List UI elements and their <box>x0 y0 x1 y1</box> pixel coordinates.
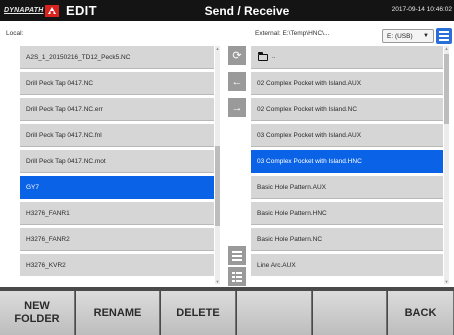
screen-title-text: Send / Receive <box>204 4 290 18</box>
file-name: 02 Complex Pocket with Island.NC <box>257 105 358 113</box>
external-file-row[interactable]: Line Arc.AUX <box>251 254 443 276</box>
scroll-up-icon[interactable]: ▲ <box>215 46 220 51</box>
file-name: 02 Complex Pocket with Island.AUX <box>257 79 362 87</box>
local-file-row[interactable]: A2S_1_20150216_TD12_Peck5.NC <box>20 46 214 69</box>
refresh-button[interactable]: ⟳ <box>228 46 246 65</box>
list-view-icon <box>439 31 449 33</box>
screen-title: Send / Receive <box>0 4 454 18</box>
list-view-icon-line <box>439 39 449 41</box>
arrow-right-icon: → <box>231 101 243 114</box>
list-view-button[interactable] <box>436 28 452 44</box>
back-label: BACK <box>404 306 437 319</box>
file-name: Basic Hole Pattern.HNC <box>257 209 327 217</box>
new-folder-label: NEW FOLDER <box>14 300 60 325</box>
parent-folder-label: .. <box>272 54 276 60</box>
delete-label: DELETE <box>176 306 220 319</box>
delete-button[interactable]: DELETE <box>161 291 236 335</box>
local-file-row[interactable]: H3276_FANR1 <box>20 202 214 225</box>
list-view-icon-line <box>439 35 449 37</box>
copy-to-external-button[interactable]: → <box>228 98 246 117</box>
title-bar: DYNAPATH EDIT Send / Receive 2017-09-14 … <box>0 0 454 21</box>
external-file-row[interactable]: 02 Complex Pocket with Island.NC <box>251 98 443 121</box>
external-file-row[interactable]: 03 Complex Pocket with Island.HNC <box>251 150 443 173</box>
refresh-icon: ⟳ <box>232 50 242 62</box>
select-all-icon <box>232 251 242 261</box>
file-name: Drill Peck Tap 0417.NC.mot <box>26 157 106 165</box>
local-file-row[interactable]: Drill Peck Tap 0417.NC <box>20 72 214 95</box>
external-file-row[interactable]: Basic Hole Pattern.AUX <box>251 176 443 199</box>
file-name: H3276_FANR2 <box>26 235 70 243</box>
folder-icon <box>257 51 268 61</box>
new-folder-button[interactable]: NEW FOLDER <box>0 291 75 335</box>
file-name: Line Arc.AUX <box>257 261 296 269</box>
drive-select-value: E: (USB) <box>387 32 413 40</box>
local-file-row[interactable]: Drill Peck Tap 0417.NC.mot <box>20 150 214 173</box>
copy-to-local-button[interactable]: ← <box>228 72 246 91</box>
file-name: Drill Peck Tap 0417.NC.err <box>26 105 103 113</box>
rename-button[interactable]: RENAME <box>76 291 160 335</box>
external-file-row[interactable]: 02 Complex Pocket with Island.AUX <box>251 72 443 95</box>
rename-label: RENAME <box>93 306 142 319</box>
external-scrollbar[interactable]: ▲ ▼ <box>444 46 449 284</box>
chevron-down-icon: ▼ <box>423 33 429 39</box>
sort-button[interactable] <box>228 267 246 286</box>
local-file-list[interactable]: A2S_1_20150216_TD12_Peck5.NC Drill Peck T… <box>20 46 214 276</box>
file-name: 03 Complex Pocket with Island.HNC <box>257 157 362 165</box>
local-scroll-thumb[interactable] <box>215 146 220 226</box>
drive-select[interactable]: E: (USB) ▼ <box>382 29 434 43</box>
file-name: H3276_KVR2 <box>26 261 66 269</box>
back-button[interactable]: BACK <box>388 291 454 335</box>
sort-icon <box>232 272 242 282</box>
local-file-row[interactable]: H3276_FANR2 <box>20 228 214 251</box>
local-file-row[interactable]: H3276_KVR2 <box>20 254 214 276</box>
file-name: GY7 <box>26 183 40 191</box>
file-name: Drill Peck Tap 0417.NC <box>26 79 94 87</box>
scroll-down-icon[interactable]: ▼ <box>444 279 449 284</box>
file-name: Basic Hole Pattern.NC <box>257 235 323 243</box>
soft-key-empty-1[interactable] <box>237 291 312 335</box>
external-file-row[interactable]: Basic Hole Pattern.HNC <box>251 202 443 225</box>
file-name: A2S_1_20150216_TD12_Peck5.NC <box>26 53 131 61</box>
local-path-label: Local: <box>6 30 24 37</box>
local-file-row[interactable]: Drill Peck Tap 0417.NC.fnl <box>20 124 214 147</box>
scroll-down-icon[interactable]: ▼ <box>215 279 220 284</box>
soft-key-empty-2[interactable] <box>313 291 387 335</box>
external-scroll-thumb[interactable] <box>444 54 449 124</box>
external-file-row[interactable]: Basic Hole Pattern.NC <box>251 228 443 251</box>
external-path-label: External: E:\Temp\HNC\... <box>255 30 330 37</box>
file-name: H3276_FANR1 <box>26 209 70 217</box>
file-name: Drill Peck Tap 0417.NC.fnl <box>26 131 102 139</box>
file-name: Basic Hole Pattern.AUX <box>257 183 327 191</box>
local-file-row[interactable]: GY7 <box>20 176 214 199</box>
arrow-left-icon: ← <box>231 75 243 88</box>
soft-key-bar: NEW FOLDER RENAME DELETE BACK <box>0 287 454 335</box>
parent-folder-row[interactable]: .. <box>251 46 443 69</box>
select-all-button[interactable] <box>228 246 246 265</box>
local-scrollbar[interactable]: ▲ ▼ <box>215 46 220 284</box>
file-name: 03 Complex Pocket with Island.AUX <box>257 131 362 139</box>
scroll-up-icon[interactable]: ▲ <box>444 46 449 51</box>
datetime: 2017-09-14 10:46:02 <box>391 6 452 13</box>
local-file-row[interactable]: Drill Peck Tap 0417.NC.err <box>20 98 214 121</box>
external-file-list[interactable]: .. 02 Complex Pocket with Island.AUX 02 Co… <box>251 46 443 276</box>
external-file-row[interactable]: 03 Complex Pocket with Island.AUX <box>251 124 443 147</box>
